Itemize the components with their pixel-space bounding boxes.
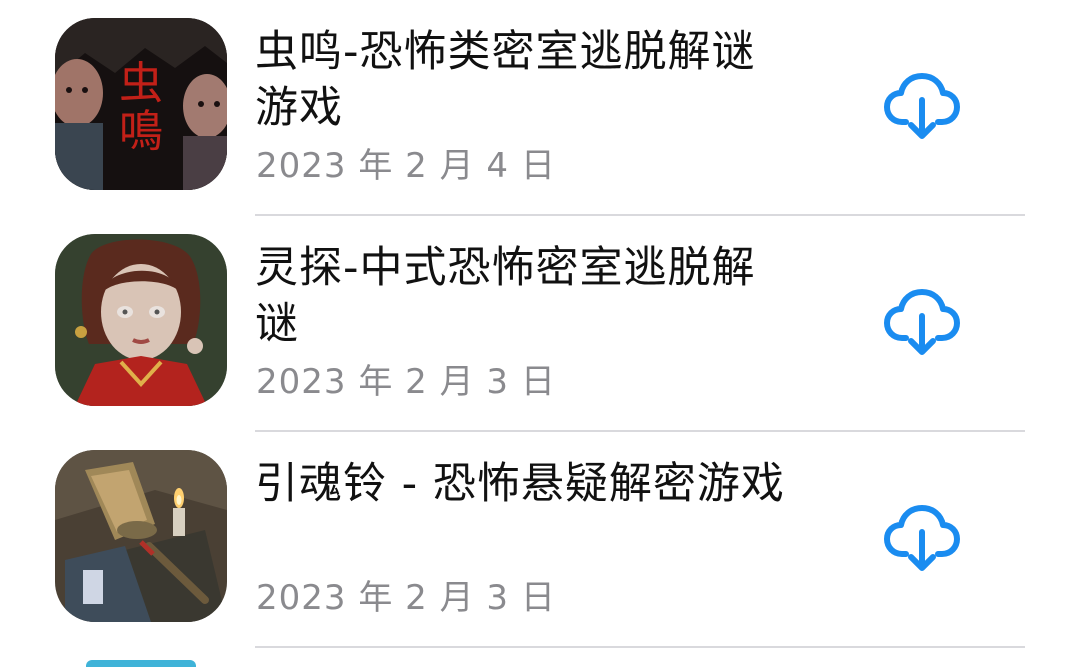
app-icon-partial[interactable]: [86, 660, 196, 667]
app-list: 虫 鳴 虫鸣-恐怖类密室逃脱解谜游戏 2023 年 2 月 4 日 灵探-中式恐…: [0, 0, 1080, 667]
separator: [255, 646, 1025, 648]
download-button[interactable]: [882, 282, 962, 362]
cloud-download-icon: [884, 289, 960, 355]
app-title[interactable]: 虫鸣-恐怖类密室逃脱解谜游戏: [255, 24, 795, 136]
download-button[interactable]: [882, 498, 962, 578]
release-date: 2023 年 2 月 3 日: [256, 362, 556, 402]
app-icon-lingtan[interactable]: [55, 234, 227, 406]
download-button[interactable]: [882, 66, 962, 146]
release-date: 2023 年 2 月 4 日: [256, 146, 556, 186]
cloud-download-icon: [884, 505, 960, 571]
icon-lettering: 鳴: [119, 106, 163, 157]
release-date: 2023 年 2 月 3 日: [256, 578, 556, 618]
icon-lettering: 虫: [119, 58, 163, 109]
app-title[interactable]: 引魂铃 - 恐怖悬疑解密游戏: [255, 456, 795, 512]
app-icon-chongming[interactable]: 虫 鳴: [55, 18, 227, 190]
app-icon-yinhunling[interactable]: [55, 450, 227, 622]
app-title[interactable]: 灵探-中式恐怖密室逃脱解谜: [255, 240, 795, 352]
list-item[interactable]: 灵探-中式恐怖密室逃脱解谜 2023 年 2 月 3 日: [0, 216, 1080, 432]
list-item[interactable]: 虫 鳴 虫鸣-恐怖类密室逃脱解谜游戏 2023 年 2 月 4 日: [0, 0, 1080, 216]
list-item[interactable]: 引魂铃 - 恐怖悬疑解密游戏 2023 年 2 月 3 日: [0, 432, 1080, 648]
cloud-download-icon: [884, 73, 960, 139]
